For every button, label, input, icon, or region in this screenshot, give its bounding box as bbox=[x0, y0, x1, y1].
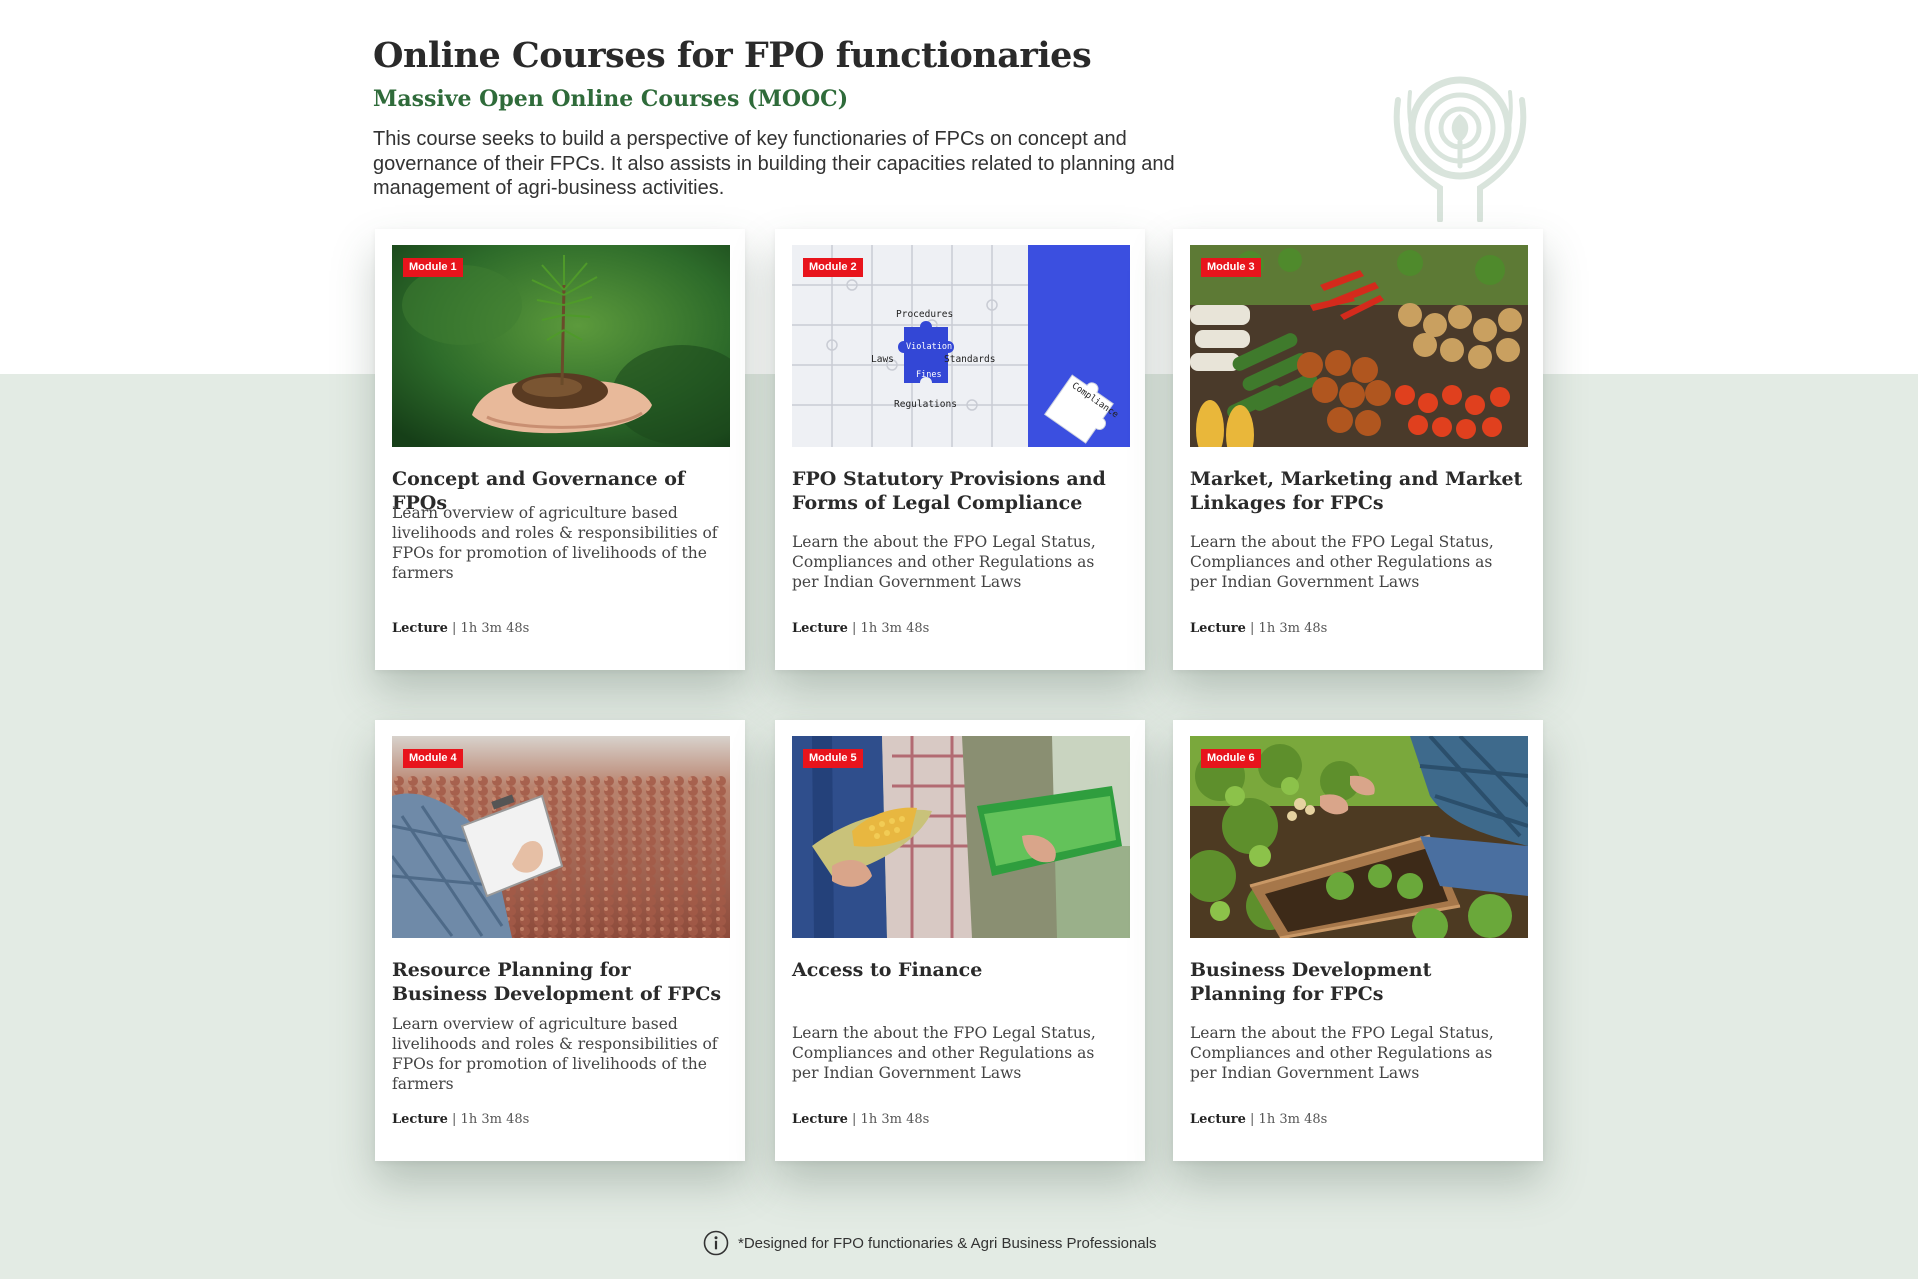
course-title[interactable]: Market, Marketing and Market Linkages fo… bbox=[1190, 467, 1530, 515]
course-title[interactable]: FPO Statutory Provisions and Forms of Le… bbox=[792, 467, 1132, 515]
course-title[interactable]: Resource Planning for Business Developme… bbox=[392, 958, 732, 1006]
module-badge: Module 4 bbox=[403, 749, 463, 768]
puzzle-word-laws: Laws bbox=[871, 354, 894, 365]
puzzle-word-standards: Standards bbox=[944, 354, 995, 365]
lecture-duration: | 1h 3m 48s bbox=[1250, 1112, 1328, 1127]
course-card-module-1[interactable]: Module 1 Concept and Governance of FPOs … bbox=[375, 229, 745, 670]
lecture-label: Lecture bbox=[1190, 621, 1246, 636]
course-meta: Lecture | 1h 3m 48s bbox=[392, 621, 529, 636]
course-description: Learn the about the FPO Legal Status, Co… bbox=[792, 1024, 1096, 1082]
logo-emblem-icon bbox=[1393, 76, 1527, 222]
lecture-label: Lecture bbox=[392, 621, 448, 636]
course-meta: Lecture | 1h 3m 48s bbox=[792, 1112, 929, 1127]
lecture-duration: | 1h 3m 48s bbox=[852, 1112, 930, 1127]
page-subtitle: Massive Open Online Courses (MOOC) bbox=[373, 86, 849, 112]
course-title[interactable]: Access to Finance bbox=[792, 958, 1132, 982]
module-badge: Module 1 bbox=[403, 258, 463, 277]
module-badge: Module 6 bbox=[1201, 749, 1261, 768]
lecture-duration: | 1h 3m 48s bbox=[452, 621, 530, 636]
course-meta: Lecture | 1h 3m 48s bbox=[392, 1112, 529, 1127]
lecture-duration: | 1h 3m 48s bbox=[1250, 621, 1328, 636]
course-description: Learn the about the FPO Legal Status, Co… bbox=[1190, 1024, 1494, 1082]
lecture-label: Lecture bbox=[792, 621, 848, 636]
footer-note-text: *Designed for FPO functionaries & Agri B… bbox=[738, 1234, 1157, 1252]
course-image-farmers-with-corn: Module 5 bbox=[792, 736, 1130, 938]
puzzle-word-regulations: Regulations bbox=[894, 399, 957, 410]
puzzle-word-violation: Violation bbox=[906, 342, 952, 352]
course-title[interactable]: Business Development Planning for FPCs bbox=[1190, 958, 1530, 1006]
course-image-sapling: Module 1 bbox=[392, 245, 730, 447]
course-meta: Lecture | 1h 3m 48s bbox=[1190, 1112, 1327, 1127]
puzzle-word-fines: Fines bbox=[916, 370, 942, 380]
course-card-module-2[interactable]: Procedures Violation Laws Standards Fine… bbox=[775, 229, 1145, 670]
course-image-clipboard-in-field: Module 4 bbox=[392, 736, 730, 938]
course-image-compliance-puzzle: Procedures Violation Laws Standards Fine… bbox=[792, 245, 1130, 447]
course-card-module-4[interactable]: Module 4 Resource Planning for Business … bbox=[375, 720, 745, 1161]
course-meta: Lecture | 1h 3m 48s bbox=[1190, 621, 1327, 636]
puzzle-word-procedures: Procedures bbox=[896, 309, 953, 320]
course-image-garden-harvest: Module 6 bbox=[1190, 736, 1528, 938]
course-description: Learn the about the FPO Legal Status, Co… bbox=[792, 533, 1096, 591]
course-description: Learn overview of agriculture based live… bbox=[392, 504, 718, 582]
module-badge: Module 5 bbox=[803, 749, 863, 768]
lecture-duration: | 1h 3m 48s bbox=[452, 1112, 530, 1127]
page-description: This course seeks to build a perspective… bbox=[373, 128, 1175, 199]
lecture-duration: | 1h 3m 48s bbox=[852, 621, 930, 636]
page-title: Online Courses for FPO functionaries bbox=[373, 35, 1092, 76]
course-image-vegetable-market: Module 3 bbox=[1190, 245, 1528, 447]
footer-note: *Designed for FPO functionaries & Agri B… bbox=[703, 1230, 1157, 1256]
module-badge: Module 3 bbox=[1201, 258, 1261, 277]
lecture-label: Lecture bbox=[392, 1112, 448, 1127]
lecture-label: Lecture bbox=[792, 1112, 848, 1127]
course-meta: Lecture | 1h 3m 48s bbox=[792, 621, 929, 636]
info-icon bbox=[703, 1230, 729, 1256]
course-description: Learn the about the FPO Legal Status, Co… bbox=[1190, 533, 1494, 591]
module-badge: Module 2 bbox=[803, 258, 863, 277]
page-header: Online Courses for FPO functionaries Mas… bbox=[373, 34, 1273, 201]
course-description: Learn overview of agriculture based live… bbox=[392, 1015, 718, 1093]
course-card-module-3[interactable]: Module 3 Market, Marketing and Market Li… bbox=[1173, 229, 1543, 670]
lecture-label: Lecture bbox=[1190, 1112, 1246, 1127]
course-card-module-6[interactable]: Module 6 Business Development Planning f… bbox=[1173, 720, 1543, 1161]
course-card-module-5[interactable]: Module 5 Access to Finance Learn the abo… bbox=[775, 720, 1145, 1161]
